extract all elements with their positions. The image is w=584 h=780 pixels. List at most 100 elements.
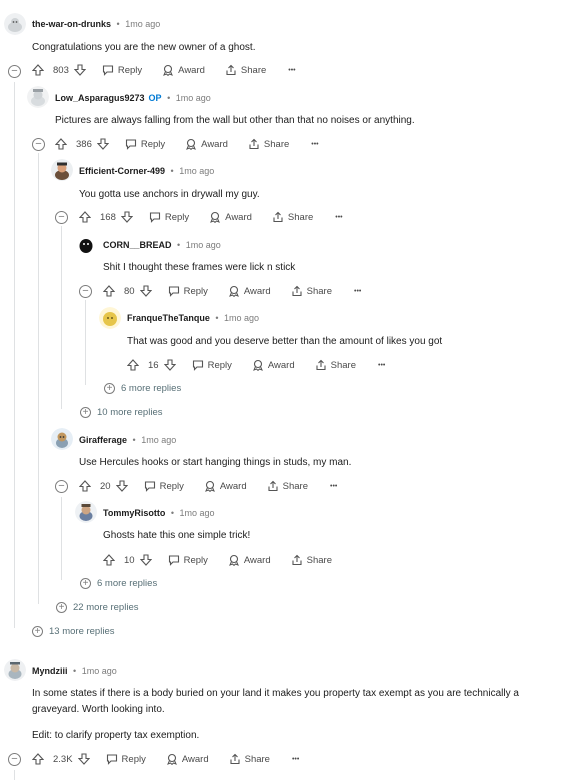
share-button[interactable]: Share [291,554,332,566]
thread-line[interactable] [14,82,15,628]
comment-body: Shit I thought these frames were lick n … [103,262,296,273]
username[interactable]: FranqueTheTanque [127,313,210,323]
share-button[interactable]: Share [291,285,332,297]
timestamp[interactable]: 1mo ago [180,508,215,518]
share-button[interactable]: Share [225,64,266,76]
more-options-button[interactable]: ••• [288,67,295,74]
reply-button[interactable]: Reply [102,64,142,76]
downvote-icon[interactable] [73,64,86,76]
avatar[interactable] [75,501,97,523]
more-replies-link[interactable]: +6 more replies [80,578,157,589]
reply-button[interactable]: Reply [125,138,165,150]
upvote-icon[interactable] [55,138,67,150]
thread-line[interactable] [14,770,15,780]
more-replies-link[interactable]: +10 more replies [80,407,162,418]
award-button[interactable]: Award [185,138,228,150]
reply-button[interactable]: Reply [192,359,232,371]
downvote-icon[interactable] [163,359,176,371]
collapse-icon[interactable]: − [55,480,68,493]
username[interactable]: Low_Asparagus9273 [55,93,145,103]
avatar[interactable] [4,13,26,35]
score: 10 [124,554,135,566]
username[interactable]: Myndziii [32,666,68,676]
thread-line[interactable] [61,226,62,409]
downvote-icon[interactable] [77,753,90,765]
username[interactable]: Efficient-Corner-499 [79,166,165,176]
separator-dot: • [170,508,175,518]
timestamp[interactable]: 1mo ago [186,240,221,250]
more-options-button[interactable]: ••• [311,141,318,148]
share-button[interactable]: Share [272,211,313,223]
more-replies-link[interactable]: +13 more replies [32,626,114,637]
upvote-icon[interactable] [103,554,115,566]
award-button[interactable]: Award [162,64,205,76]
upvote-icon[interactable] [32,64,44,76]
award-button[interactable]: Award [166,753,209,765]
more-options-button[interactable]: ••• [330,483,337,490]
more-options-button[interactable]: ••• [354,288,361,295]
share-icon [315,359,327,371]
reply-icon [192,359,204,371]
award-button[interactable]: Award [228,285,271,297]
upvote-icon[interactable] [79,211,91,223]
share-button[interactable]: Share [229,753,270,765]
reply-icon [144,480,156,492]
timestamp[interactable]: 1mo ago [179,166,214,176]
upvote-icon[interactable] [103,285,115,297]
share-icon [291,285,303,297]
upvote-icon[interactable] [79,480,91,492]
downvote-icon[interactable] [120,211,133,223]
award-button[interactable]: Award [209,211,252,223]
collapse-icon[interactable]: − [8,65,21,78]
more-replies-label: 6 more replies [121,383,182,394]
timestamp[interactable]: 1mo ago [141,435,176,445]
collapse-icon[interactable]: − [79,285,92,298]
reply-button[interactable]: Reply [106,753,146,765]
downvote-icon[interactable] [139,554,152,566]
timestamp[interactable]: 1mo ago [125,19,160,29]
upvote-icon[interactable] [32,753,44,765]
more-replies-link[interactable]: +22 more replies [56,602,138,613]
username[interactable]: TommyRisotto [103,508,165,518]
more-replies-link[interactable]: +6 more replies [104,383,181,394]
thread-line[interactable] [61,497,62,580]
reply-button[interactable]: Reply [144,480,184,492]
collapse-icon[interactable]: − [55,211,68,224]
timestamp[interactable]: 1mo ago [82,666,117,676]
avatar[interactable] [4,659,26,681]
award-button[interactable]: Award [204,480,247,492]
more-options-button[interactable]: ••• [335,214,342,221]
downvote-icon[interactable] [96,138,109,150]
username[interactable]: the-war-on-drunks [32,19,111,29]
collapse-icon[interactable]: − [8,753,21,766]
reply-button[interactable]: Reply [168,554,208,566]
timestamp[interactable]: 1mo ago [176,93,211,103]
comment-header: the-war-on-drunks • 1mo ago [32,19,160,29]
downvote-icon[interactable] [115,480,128,492]
avatar[interactable] [75,233,97,255]
share-button[interactable]: Share [267,480,308,492]
timestamp[interactable]: 1mo ago [224,313,259,323]
more-options-button[interactable]: ••• [378,362,385,369]
award-button[interactable]: Award [252,359,295,371]
thread-line[interactable] [38,153,39,604]
score: 2.3K [53,753,73,765]
award-button[interactable]: Award [228,554,271,566]
username[interactable]: CORN__BREAD [103,240,172,250]
share-button[interactable]: Share [315,359,356,371]
downvote-icon[interactable] [139,285,152,297]
more-options-button[interactable]: ••• [292,756,299,763]
award-icon [185,138,197,150]
thread-line[interactable] [85,300,86,385]
vote-group: 20 [79,480,132,492]
reply-button[interactable]: Reply [168,285,208,297]
reply-button[interactable]: Reply [149,211,189,223]
collapse-icon[interactable]: − [32,138,45,151]
username[interactable]: Girafferage [79,435,127,445]
avatar[interactable] [27,86,49,108]
avatar[interactable] [51,159,73,181]
avatar[interactable] [99,307,121,329]
avatar[interactable] [51,428,73,450]
share-button[interactable]: Share [248,138,289,150]
upvote-icon[interactable] [127,359,139,371]
